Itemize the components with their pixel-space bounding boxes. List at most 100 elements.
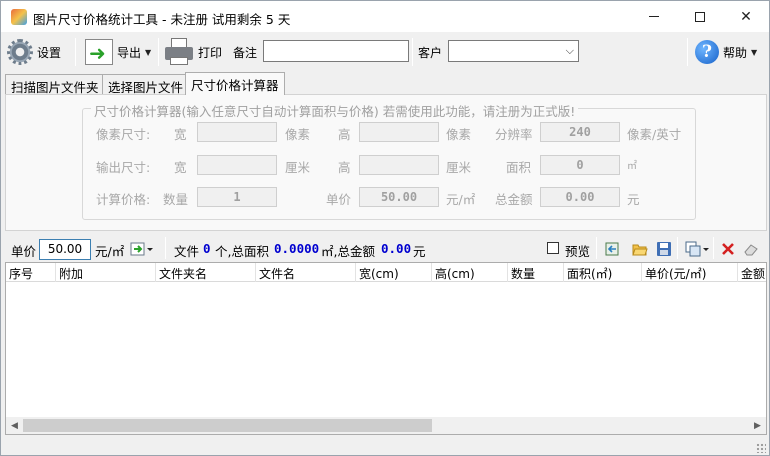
resize-grip-icon[interactable] xyxy=(756,443,766,453)
save-button[interactable] xyxy=(656,241,672,257)
app-window: 图片尺寸价格统计工具 - 未注册 试用剩余 5 天 ✕ 设置 导出 ▼ 打印 备… xyxy=(0,0,770,456)
maximize-button[interactable] xyxy=(677,1,723,32)
pixel-width-input[interactable] xyxy=(197,122,277,142)
app-logo-icon xyxy=(11,9,27,25)
toolbar: 设置 导出 ▼ 打印 备注 客户 ⌵ ? 帮助 ▼ xyxy=(1,33,769,70)
column-header-index[interactable]: 序号 xyxy=(6,263,56,282)
pixel-height-input[interactable] xyxy=(359,122,439,142)
total-area: 0.0000 xyxy=(274,241,320,256)
settings-label: 设置 xyxy=(37,45,62,60)
cm-unit-label: 厘米 xyxy=(285,160,311,175)
summary-separator xyxy=(165,237,166,259)
resolution-input[interactable]: 240 xyxy=(540,122,620,142)
scroll-left-icon[interactable]: ◀ xyxy=(6,417,23,434)
quantity-input[interactable]: 1 xyxy=(197,187,277,207)
delete-icon xyxy=(722,243,734,255)
area-unit-label: ㎡ xyxy=(627,161,637,172)
status-bar xyxy=(1,437,769,455)
minimize-button[interactable] xyxy=(631,1,677,32)
calc-price-label: 计算价格: xyxy=(96,192,151,207)
tab-select-files[interactable]: 选择图片文件 xyxy=(102,74,190,95)
output-size-label: 输出尺寸: xyxy=(96,160,151,175)
folder-open-icon xyxy=(632,244,648,256)
total-amount: 0.00 xyxy=(381,241,412,256)
summary-bar: 单价 50.00 元/㎡ 文件 0 个,总面积 0.0000 ㎡,总金额 0.0… xyxy=(1,235,769,261)
column-header-height[interactable]: 高(cm) xyxy=(432,263,508,282)
toolbar-separator xyxy=(158,38,159,66)
pixel-size-label: 像素尺寸: xyxy=(96,127,151,142)
export-label: 导出 xyxy=(117,45,142,60)
resolution-unit-label: 像素/英寸 xyxy=(627,127,682,142)
column-header-unit-price[interactable]: 单价(元/㎡) xyxy=(642,263,738,282)
preview-checkbox[interactable] xyxy=(547,242,559,254)
column-header-file-name[interactable]: 文件名 xyxy=(256,263,356,282)
toolbar-separator xyxy=(687,38,688,66)
export-button[interactable]: 导出 ▼ xyxy=(85,37,151,67)
total-value: 0.00 xyxy=(540,187,620,207)
column-header-quantity[interactable]: 数量 xyxy=(508,263,564,282)
chevron-down-icon[interactable]: ▼ xyxy=(145,48,151,57)
preview-label: 预览 xyxy=(565,244,591,259)
price-input[interactable]: 50.00 xyxy=(39,239,91,260)
help-button[interactable]: ? 帮助 ▼ xyxy=(695,37,757,67)
export-icon xyxy=(85,39,113,65)
column-header-extra[interactable]: 附加 xyxy=(56,263,156,282)
customer-label: 客户 xyxy=(418,46,443,60)
toolbar-separator xyxy=(75,38,76,66)
pixel-unit-label: 像素 xyxy=(446,127,472,142)
print-button[interactable]: 打印 xyxy=(164,37,222,67)
file-count: 0 xyxy=(203,241,211,256)
quantity-label: 数量 xyxy=(163,192,189,207)
currency-label: 元 xyxy=(413,244,426,259)
save-icon xyxy=(657,242,671,256)
total-label: 总金额 xyxy=(495,192,533,207)
gear-icon xyxy=(7,39,33,65)
unit-price-unit-label: 元/㎡ xyxy=(446,192,476,207)
column-header-folder-name[interactable]: 文件夹名 xyxy=(156,263,256,282)
output-height-input[interactable] xyxy=(359,155,439,175)
delete-button[interactable] xyxy=(720,241,736,257)
summary-separator xyxy=(677,237,678,259)
unit-price-input[interactable]: 50.00 xyxy=(359,187,439,207)
column-header-width[interactable]: 宽(cm) xyxy=(356,263,432,282)
copy-menu-button[interactable] xyxy=(685,241,709,257)
customer-select[interactable]: ⌵ xyxy=(448,40,579,62)
scrollbar-thumb[interactable] xyxy=(23,419,432,432)
horizontal-scrollbar[interactable]: ◀ ▶ xyxy=(6,417,766,434)
close-icon: ✕ xyxy=(740,8,752,25)
column-header-area[interactable]: 面积(㎡) xyxy=(564,263,642,282)
files-prefix: 文件 xyxy=(174,244,200,259)
import-icon xyxy=(605,242,619,256)
area-mid-label: ㎡,总金额 xyxy=(321,244,375,259)
price-label: 单价 xyxy=(11,244,37,259)
apply-price-button[interactable] xyxy=(130,241,153,257)
calculator-group-title: 尺寸价格计算器(输入任意尺寸自动计算面积与价格) 若需使用此功能，请注册为正式版… xyxy=(91,101,579,120)
table-header: 序号 附加 文件夹名 文件名 宽(cm) 高(cm) 数量 面积(㎡) 单价(元… xyxy=(6,263,766,282)
note-label: 备注 xyxy=(233,46,258,60)
note-input[interactable] xyxy=(263,40,409,62)
print-label: 打印 xyxy=(198,45,223,60)
files-mid-label: 个,总面积 xyxy=(215,244,269,259)
copy-icon xyxy=(685,241,709,257)
help-label: 帮助 xyxy=(723,45,748,60)
unit-price-label: 单价 xyxy=(326,192,352,207)
toolbar-separator xyxy=(412,38,413,66)
eraser-icon xyxy=(744,244,758,256)
file-table[interactable]: 序号 附加 文件夹名 文件名 宽(cm) 高(cm) 数量 面积(㎡) 单价(元… xyxy=(5,262,767,435)
chevron-down-icon[interactable]: ▼ xyxy=(751,48,757,57)
printer-icon xyxy=(164,38,194,66)
window-title: 图片尺寸价格统计工具 - 未注册 试用剩余 5 天 xyxy=(33,12,291,27)
calculator-panel: 尺寸价格计算器(输入任意尺寸自动计算面积与价格) 若需使用此功能，请注册为正式版… xyxy=(5,94,767,231)
tab-scan-folder[interactable]: 扫描图片文件夹 xyxy=(5,74,105,95)
close-button[interactable]: ✕ xyxy=(723,1,769,32)
tab-size-price-calculator[interactable]: 尺寸价格计算器 xyxy=(185,72,285,95)
column-header-amount[interactable]: 金额 xyxy=(738,263,766,282)
maximize-icon xyxy=(695,11,705,22)
help-icon: ? xyxy=(695,40,719,64)
clear-button[interactable] xyxy=(743,241,759,257)
settings-button[interactable]: 设置 xyxy=(7,37,61,67)
import-button[interactable] xyxy=(604,241,620,257)
output-width-input[interactable] xyxy=(197,155,277,175)
open-folder-button[interactable] xyxy=(632,241,648,257)
scroll-right-icon[interactable]: ▶ xyxy=(749,417,766,434)
